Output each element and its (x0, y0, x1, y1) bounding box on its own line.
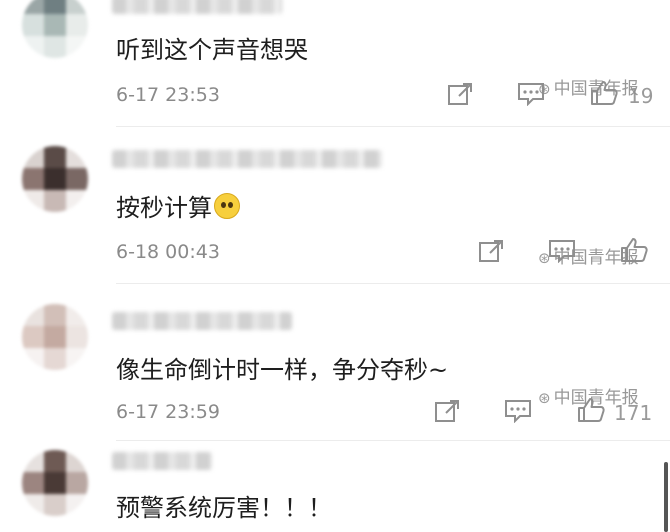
reply-icon[interactable] (504, 399, 532, 423)
avatar[interactable] (22, 146, 88, 212)
wechat-icon: ⊛ (538, 389, 551, 407)
comment-text: 按秒计算 (116, 188, 240, 223)
comment-text: 像生命倒计时一样，争分夺秒~ (116, 356, 449, 384)
comment-text-content: 按秒计算 (116, 194, 212, 222)
comment-time: 6-18 00:43 (116, 241, 220, 263)
watermark-text: 中国青年报 (553, 388, 639, 408)
divider (116, 440, 670, 441)
username-redacted (112, 452, 212, 470)
wechat-icon: ⊛ (538, 80, 551, 98)
share-icon[interactable] (434, 399, 460, 423)
wechat-icon: ⊛ (538, 249, 551, 267)
comment-text: 听到这个声音想哭 (116, 36, 308, 64)
avatar[interactable] (22, 450, 88, 516)
username-redacted (112, 312, 292, 330)
comment-time: 6-17 23:53 (116, 84, 220, 106)
username-redacted (112, 150, 382, 168)
username-redacted (112, 0, 282, 14)
comment-text: 预警系统厉害！！！ (116, 494, 332, 522)
divider (116, 126, 670, 127)
watermark: ⊛ 中国青年报 (538, 74, 639, 99)
divider (116, 283, 670, 284)
scrollbar[interactable] (664, 462, 668, 532)
share-icon[interactable] (478, 239, 504, 263)
watermark-text: 中国青年报 (553, 79, 639, 99)
emoji-icon (214, 193, 240, 219)
watermark-text: 中国青年报 (553, 248, 639, 268)
watermark: ⊛ 中国青年报 (538, 383, 639, 408)
avatar[interactable] (22, 0, 88, 58)
avatar[interactable] (22, 304, 88, 370)
comment-time: 6-17 23:59 (116, 401, 220, 423)
watermark: ⊛ 中国青年报 (538, 243, 639, 268)
share-icon[interactable] (447, 82, 473, 106)
